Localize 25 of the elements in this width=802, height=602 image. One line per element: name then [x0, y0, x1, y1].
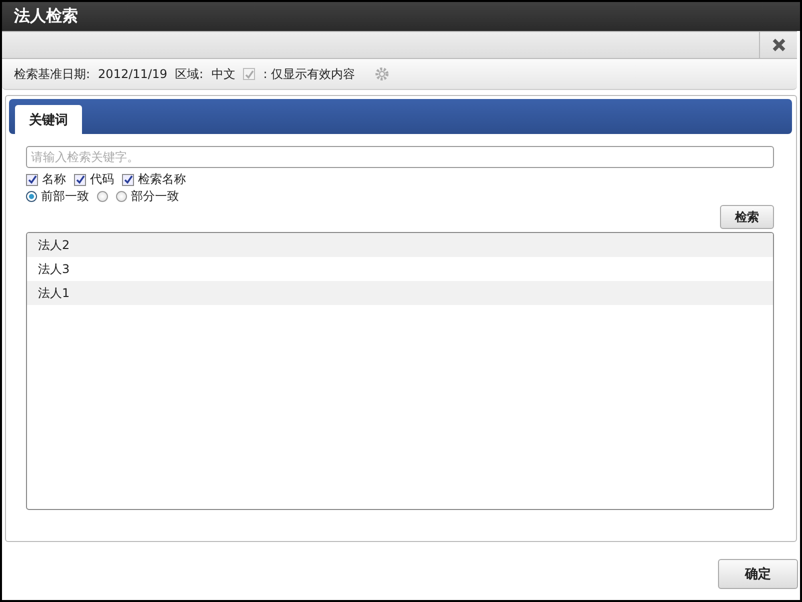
- radio-button[interactable]: [116, 191, 127, 202]
- checkbox[interactable]: [122, 174, 134, 186]
- result-item[interactable]: 法人3: [27, 257, 773, 281]
- search-field[interactable]: 请输入检索关键字。: [26, 146, 774, 168]
- ok-button[interactable]: 确定: [718, 559, 798, 589]
- close-icon: [772, 38, 786, 52]
- window-title: 法人检索: [14, 6, 78, 27]
- region-label: 区域:: [175, 66, 204, 82]
- radio-button[interactable]: [97, 191, 108, 202]
- checkbox[interactable]: [26, 174, 38, 186]
- checkbox-label: 代码: [90, 171, 114, 188]
- result-item[interactable]: 法人2: [27, 233, 773, 257]
- date-value: 2012/11/19: [98, 67, 168, 81]
- checkbox-label: 检索名称: [138, 171, 186, 188]
- checkbox[interactable]: [74, 174, 86, 186]
- search-button[interactable]: 检索: [720, 205, 774, 229]
- date-label: 检索基准日期:: [14, 66, 90, 82]
- radio-label: 前部一致: [41, 188, 89, 205]
- radio-button[interactable]: [26, 191, 37, 202]
- tab[interactable]: 关键词: [15, 105, 82, 134]
- region-value: 中文: [211, 66, 236, 82]
- result-item[interactable]: 法人1: [27, 281, 773, 305]
- checkbox-label: : 仅显示有效内容: [263, 66, 356, 82]
- checkbox-label: 名称: [42, 171, 66, 188]
- radio-label: 部分一致: [131, 188, 179, 205]
